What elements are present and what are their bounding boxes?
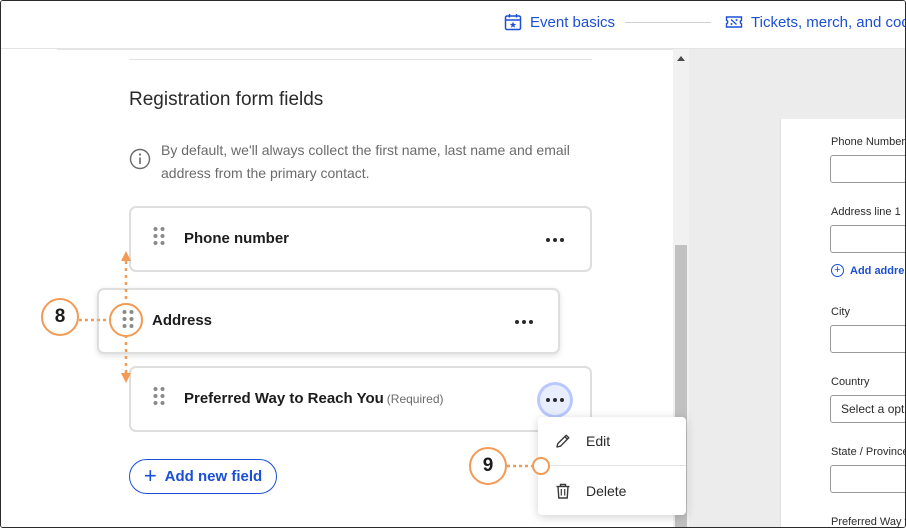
plus-circle-icon: + (831, 264, 844, 277)
info-icon (129, 148, 151, 170)
highlight-ring (532, 457, 550, 475)
steps-bar: Event basics Tickets, merch, and codes (1, 1, 905, 49)
callout-connector (507, 464, 533, 468)
menu-item-label: Edit (586, 433, 611, 449)
preview-label: City (831, 306, 850, 318)
step-tickets[interactable]: Tickets, merch, and codes (725, 13, 905, 31)
ticket-icon (725, 16, 743, 28)
step-label: Event basics (530, 13, 616, 31)
scroll-up-icon[interactable] (677, 56, 685, 61)
step-label: Tickets, merch, and codes (751, 13, 905, 31)
info-text: By default, we'll always collect the fir… (161, 142, 570, 181)
field-preferred-way[interactable]: Preferred Way to Reach You (Required) (129, 366, 592, 432)
field-address[interactable]: Address (97, 288, 560, 354)
field-options-menu: Edit Delete (538, 417, 686, 515)
menu-item-label: Delete (586, 483, 627, 499)
preview-label: Phone Number (831, 136, 905, 148)
more-options-button[interactable] (540, 385, 570, 415)
menu-item-delete[interactable]: Delete (538, 467, 686, 515)
menu-item-edit[interactable]: Edit (538, 417, 686, 465)
drag-handle-icon[interactable] (152, 226, 166, 248)
preview-label: Address line 1 (831, 206, 901, 218)
select-value: Select a option (841, 402, 905, 416)
step-divider (625, 22, 711, 23)
step-event-basics[interactable]: Event basics (504, 13, 615, 31)
link-text: Add address (850, 264, 905, 277)
field-phone-number[interactable]: Phone number (129, 206, 592, 272)
more-options-button[interactable] (540, 225, 570, 255)
preview-label: Country (831, 376, 870, 388)
divider (129, 59, 592, 60)
pencil-icon (556, 434, 570, 448)
app-frame: Event basics Tickets, merch, and codes R… (0, 0, 906, 528)
preview-address-input[interactable] (830, 225, 905, 253)
menu-divider (538, 465, 686, 466)
preview-phone-input[interactable] (830, 155, 905, 183)
calendar-star-icon (504, 14, 522, 31)
add-new-field-button[interactable]: + Add new field (129, 459, 277, 494)
field-label: Preferred Way to Reach You (Required) (184, 390, 444, 407)
callout-connector (79, 318, 109, 322)
field-label: Address (152, 312, 213, 329)
divider (57, 49, 673, 50)
required-tag: (Required) (386, 392, 444, 406)
plus-icon: + (143, 462, 157, 488)
preview-country-select[interactable]: Select a option (830, 395, 905, 423)
preview-label: Preferred Way to (831, 516, 906, 528)
field-label: Phone number (184, 230, 290, 247)
add-address-link[interactable]: + Add address (831, 264, 905, 277)
callout-badge: 9 (469, 447, 507, 485)
preview-label: State / Province (831, 446, 906, 458)
form-preview: Phone Number Address line 1 + Add addres… (780, 119, 906, 528)
preview-state-input[interactable] (830, 465, 905, 493)
more-options-button[interactable] (509, 307, 539, 337)
highlight-ring (109, 303, 143, 337)
callout-badge: 8 (41, 298, 79, 336)
drag-handle-icon[interactable] (152, 386, 166, 408)
preview-city-input[interactable] (830, 325, 905, 353)
add-new-field-label: Add new field (164, 468, 263, 485)
trash-icon (556, 483, 570, 499)
section-title: Registration form fields (129, 89, 324, 110)
